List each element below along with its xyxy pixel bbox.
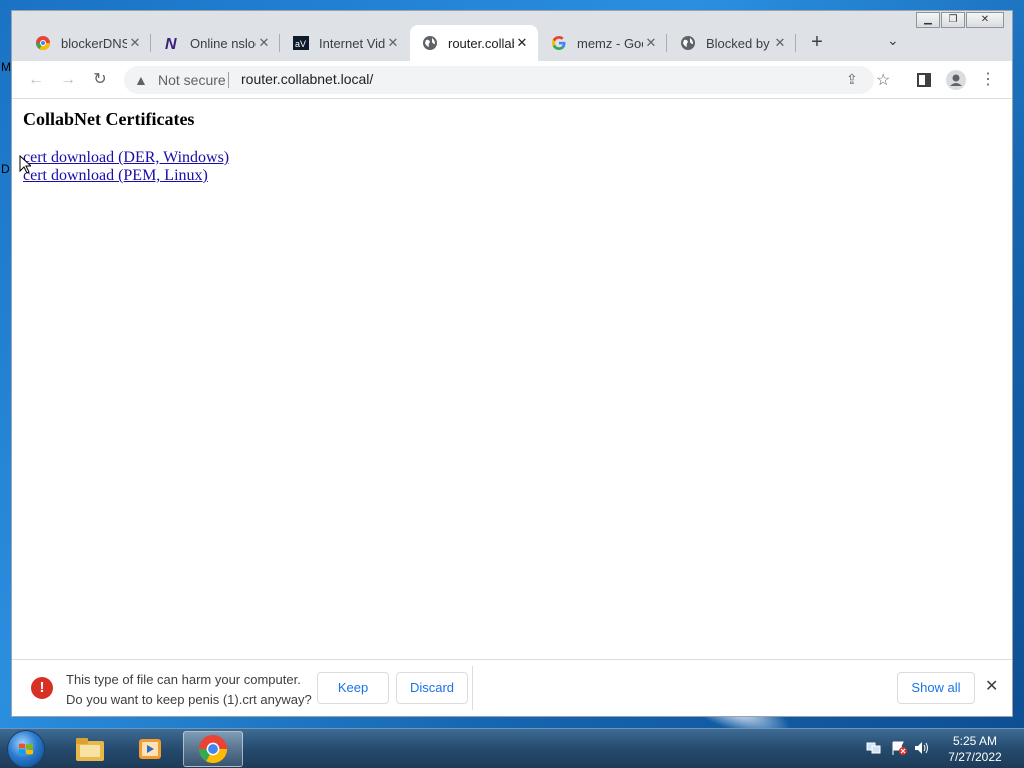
url-text[interactable]: router.collabnet.local/	[241, 71, 373, 87]
forward-arrow-icon[interactable]: →	[58, 70, 78, 90]
share-icon[interactable]: ⇪	[846, 71, 858, 88]
tab-strip: blockerDNS ✕ N Online nslookup ✕ aV Inte…	[12, 11, 1012, 61]
omnibox-divider	[228, 72, 229, 88]
close-icon[interactable]: ✕	[643, 35, 659, 51]
new-tab-button[interactable]: +	[807, 32, 827, 52]
tab-separator	[279, 34, 280, 52]
tab-blockerdns[interactable]: blockerDNS ✕	[23, 25, 151, 61]
page-content: CollabNet Certificates cert download (DE…	[12, 99, 1012, 659]
system-clock[interactable]: 5:25 AM 7/27/2022	[940, 733, 1010, 765]
tab-title: blockerDNS	[61, 35, 127, 51]
close-icon[interactable]: ✕	[256, 35, 272, 51]
side-panel-icon[interactable]	[914, 70, 934, 90]
close-icon[interactable]: ✕	[772, 35, 788, 51]
taskbar-media-player[interactable]	[122, 731, 178, 767]
tab-router-collabnet[interactable]: router.collabnet.local ✕	[410, 25, 538, 61]
mouse-cursor-icon	[19, 155, 31, 174]
download-bar-divider	[472, 666, 473, 710]
close-icon[interactable]: ✕	[385, 35, 401, 51]
tab-separator	[150, 34, 151, 52]
tab-memz-google[interactable]: memz - Google ✕	[539, 25, 667, 61]
more-menu-icon[interactable]: ⋮	[978, 70, 998, 90]
close-icon[interactable]: ✕	[985, 676, 998, 696]
close-icon[interactable]: ✕	[127, 35, 143, 51]
clock-time: 5:25 AM	[952, 734, 998, 748]
window-close-button[interactable]: ✕	[966, 12, 1004, 28]
media-player-icon	[139, 739, 161, 759]
tab-title: Blocked by	[706, 35, 770, 51]
google-icon	[551, 35, 567, 51]
action-center-flag-icon[interactable]	[891, 741, 907, 755]
keep-button[interactable]: Keep	[317, 672, 389, 704]
download-warning-line-2: Do you want to keep penis (1).crt anyway…	[66, 692, 312, 707]
back-arrow-icon[interactable]: ←	[26, 70, 46, 90]
minimize-button[interactable]: ▁	[916, 12, 940, 28]
start-button[interactable]	[7, 730, 45, 768]
svg-text:aV: aV	[295, 39, 306, 49]
tab-search-chevron-icon[interactable]: ⌄	[887, 32, 899, 49]
tab-online-nslookup[interactable]: N Online nslookup ✕	[152, 25, 280, 61]
folder-icon	[76, 738, 104, 761]
restore-button[interactable]: ❐	[941, 12, 965, 28]
tab-title: Internet Video	[319, 35, 385, 51]
chrome-icon	[198, 734, 228, 764]
clock-date: 7/27/2022	[948, 750, 1002, 764]
profile-avatar-icon[interactable]	[946, 70, 966, 90]
globe-icon	[680, 35, 696, 51]
bookmark-star-icon[interactable]: ☆	[876, 70, 890, 90]
taskbar-chrome[interactable]	[183, 731, 243, 767]
close-icon[interactable]: ✕	[514, 35, 530, 51]
tab-title: Online nslookup	[190, 35, 256, 51]
reload-icon[interactable]: ↻	[90, 70, 110, 90]
tab-internet-video[interactable]: aV Internet Video ✕	[281, 25, 409, 61]
taskbar: 5:25 AM 7/27/2022	[0, 728, 1024, 768]
globe-icon	[422, 35, 438, 51]
n-logo-icon: N	[164, 35, 180, 51]
windows-logo-icon	[19, 743, 33, 755]
desktop-icon-label-m: M	[1, 60, 11, 74]
network-icon[interactable]	[866, 741, 882, 755]
discard-button[interactable]: Discard	[396, 672, 468, 704]
download-warning-message: This type of file can harm your computer…	[66, 670, 312, 710]
pem-cert-download-link[interactable]: cert download (PEM, Linux)	[23, 167, 208, 185]
download-warning-line-1: This type of file can harm your computer…	[66, 672, 301, 687]
tab-separator	[795, 34, 796, 52]
svg-text:N: N	[165, 36, 177, 51]
browser-toolbar: ← → ↻ ▲ Not secure router.collabnet.loca…	[12, 61, 1012, 99]
taskbar-explorer[interactable]	[62, 731, 118, 767]
browser-window: blockerDNS ✕ N Online nslookup ✕ aV Inte…	[11, 10, 1013, 717]
desktop-icon-label-d: D	[1, 162, 10, 176]
der-cert-download-link[interactable]: cert download (DER, Windows)	[23, 149, 229, 167]
page-heading: CollabNet Certificates	[23, 109, 195, 129]
archive-icon: aV	[293, 35, 309, 51]
tab-separator	[666, 34, 667, 52]
tab-title: memz - Google	[577, 35, 643, 51]
address-bar[interactable]: ▲ Not secure router.collabnet.local/ ⇪ ☆	[124, 66, 890, 94]
volume-icon[interactable]	[914, 741, 930, 755]
tab-blocked-by[interactable]: Blocked by ✕	[668, 25, 796, 61]
security-label[interactable]: Not secure	[158, 72, 226, 88]
chrome-colorful-icon	[35, 35, 51, 51]
download-warning-bar: ! This type of file can harm your comput…	[12, 659, 1012, 716]
tab-title: router.collabnet.local	[448, 35, 514, 51]
danger-exclamation-icon: !	[31, 677, 53, 699]
warning-triangle-icon[interactable]: ▲	[134, 72, 148, 88]
show-all-button[interactable]: Show all	[897, 672, 975, 704]
